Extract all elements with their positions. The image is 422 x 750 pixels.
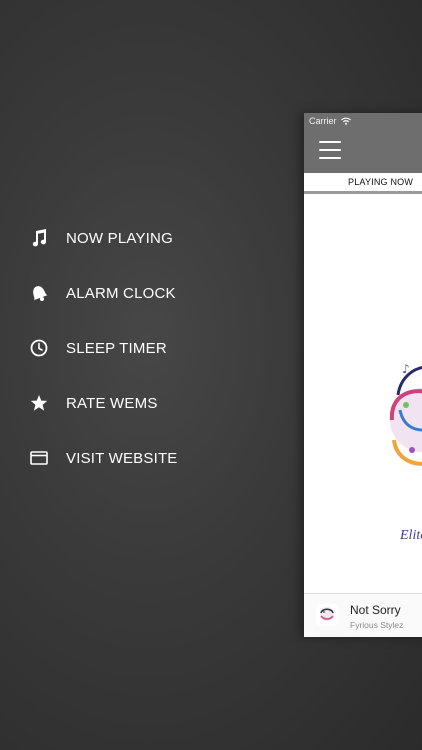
nav-bar	[304, 129, 422, 173]
bell-icon	[30, 284, 48, 302]
menu-item-label: VISIT WEBSITE	[66, 449, 178, 467]
menu-item-rate-wems[interactable]: RATE WEMS	[0, 383, 290, 423]
mini-player[interactable]: Not Sorry Fyrious Stylez	[304, 593, 422, 637]
menu-item-label: RATE WEMS	[66, 394, 158, 412]
tab-playing-now[interactable]: PLAYING NOW	[348, 173, 413, 191]
carrier-label: Carrier	[309, 116, 337, 126]
menu-item-sleep-timer[interactable]: SLEEP TIMER	[0, 328, 290, 368]
main-screen-panel[interactable]: Carrier PLAYING NOW ♪ ♫ Elite	[304, 113, 422, 637]
track-thumbnail	[316, 604, 338, 626]
star-icon	[30, 394, 48, 412]
menu-item-alarm-clock[interactable]: ALARM CLOCK	[0, 273, 290, 313]
wifi-icon	[340, 117, 351, 125]
browser-window-icon	[30, 449, 48, 467]
hamburger-menu-icon[interactable]	[319, 141, 341, 159]
menu-item-label: SLEEP TIMER	[66, 339, 167, 357]
status-bar: Carrier	[304, 113, 422, 129]
tab-bar: PLAYING NOW	[304, 173, 422, 194]
clock-icon	[30, 339, 48, 357]
menu-item-label: ALARM CLOCK	[66, 284, 176, 302]
menu-item-now-playing[interactable]: NOW PLAYING	[0, 218, 290, 258]
svg-text:♪: ♪	[402, 362, 410, 376]
artwork-caption: Elite	[400, 528, 422, 543]
track-title: Not Sorry	[350, 603, 401, 617]
music-note-icon	[30, 229, 48, 247]
album-artwork: ♪ ♫	[389, 355, 422, 466]
track-artist: Fyrious Stylez	[350, 620, 404, 630]
menu-item-label: NOW PLAYING	[66, 229, 173, 247]
menu-item-visit-website[interactable]: VISIT WEBSITE	[0, 438, 290, 478]
album-artwork-area: ♪ ♫ Elite	[304, 195, 422, 593]
